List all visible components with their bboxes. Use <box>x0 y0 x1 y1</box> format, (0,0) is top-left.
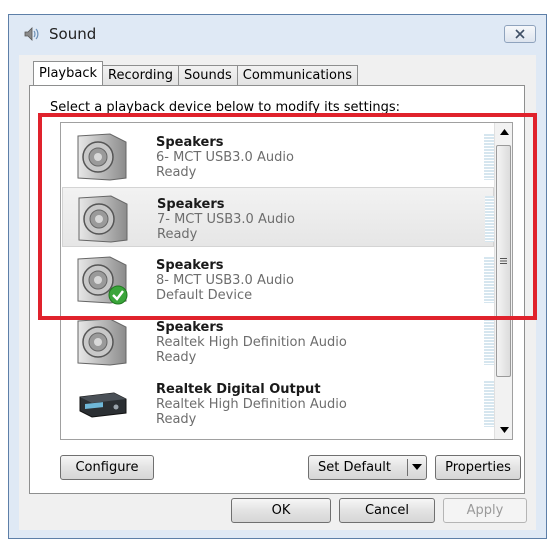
instruction-text: Select a playback device below to modify… <box>50 100 400 115</box>
apply-button[interactable]: Apply <box>443 498 527 523</box>
device-name: Speakers <box>157 197 225 212</box>
tab-communications[interactable]: Communications <box>236 65 359 85</box>
device-description: Realtek High Definition Audio <box>156 397 347 412</box>
device-status: Default Device <box>156 288 253 303</box>
speaker-icon <box>24 27 39 41</box>
ok-button[interactable]: OK <box>231 498 331 523</box>
device-name: Speakers <box>156 258 224 273</box>
device-list-scrollbar[interactable] <box>494 123 512 439</box>
speaker-icon <box>77 318 127 366</box>
device-status: Ready <box>157 227 198 242</box>
sound-dialog: Sound Playback Recording Sounds Communic… <box>8 14 547 539</box>
device-name: Speakers <box>156 135 224 150</box>
split-divider <box>407 459 408 476</box>
device-item[interactable]: Speakers 6- MCT USB3.0 Audio Ready <box>62 126 502 186</box>
dropdown-arrow-icon[interactable] <box>412 464 422 470</box>
device-description: 8- MCT USB3.0 Audio <box>156 273 294 288</box>
tab-playback[interactable]: Playback <box>33 61 104 85</box>
device-name: Realtek Digital Output <box>156 382 321 397</box>
device-status: Ready <box>156 412 197 427</box>
device-description: 7- MCT USB3.0 Audio <box>157 212 295 227</box>
title-bar[interactable]: Sound <box>9 15 546 57</box>
device-description: 6- MCT USB3.0 Audio <box>156 150 294 165</box>
device-status: Ready <box>156 350 197 365</box>
configure-button[interactable]: Configure <box>60 455 154 480</box>
set-default-button[interactable]: Set Default <box>308 455 427 480</box>
device-name: Speakers <box>156 320 224 335</box>
digital-output-icon <box>79 392 127 418</box>
scroll-up-button[interactable] <box>496 123 512 141</box>
device-description: Realtek High Definition Audio <box>156 335 347 350</box>
tab-recording[interactable]: Recording <box>102 65 180 85</box>
cancel-button[interactable]: Cancel <box>339 498 435 523</box>
close-icon <box>515 29 525 39</box>
playback-panel: Select a playback device below to modify… <box>29 85 525 494</box>
device-list[interactable]: Speakers 6- MCT USB3.0 Audio Ready Speak… <box>60 122 513 440</box>
chevron-down-icon <box>499 427 509 433</box>
scroll-down-button[interactable] <box>496 421 512 439</box>
properties-button[interactable]: Properties <box>435 455 521 480</box>
tab-strip: Playback Recording Sounds Communications <box>33 61 359 85</box>
device-item[interactable]: Realtek Digital Output Realtek High Defi… <box>62 373 502 433</box>
speaker-icon <box>78 195 128 243</box>
default-check-icon <box>108 285 128 305</box>
set-default-label: Set Default <box>318 460 391 475</box>
speaker-icon <box>77 133 127 181</box>
grip-icon <box>500 258 507 264</box>
tab-sounds[interactable]: Sounds <box>178 65 238 85</box>
close-button[interactable] <box>504 25 536 43</box>
dialog-client: Playback Recording Sounds Communications… <box>19 55 536 530</box>
device-status: Ready <box>156 165 197 180</box>
window-title: Sound <box>49 25 97 43</box>
device-item[interactable]: Speakers Realtek High Definition Audio R… <box>62 311 502 371</box>
device-item[interactable]: Speakers 7- MCT USB3.0 Audio Ready <box>62 187 503 247</box>
chevron-up-icon <box>499 129 509 135</box>
scroll-thumb[interactable] <box>496 145 511 377</box>
device-item[interactable]: Speakers 8- MCT USB3.0 Audio Default Dev… <box>62 249 502 309</box>
